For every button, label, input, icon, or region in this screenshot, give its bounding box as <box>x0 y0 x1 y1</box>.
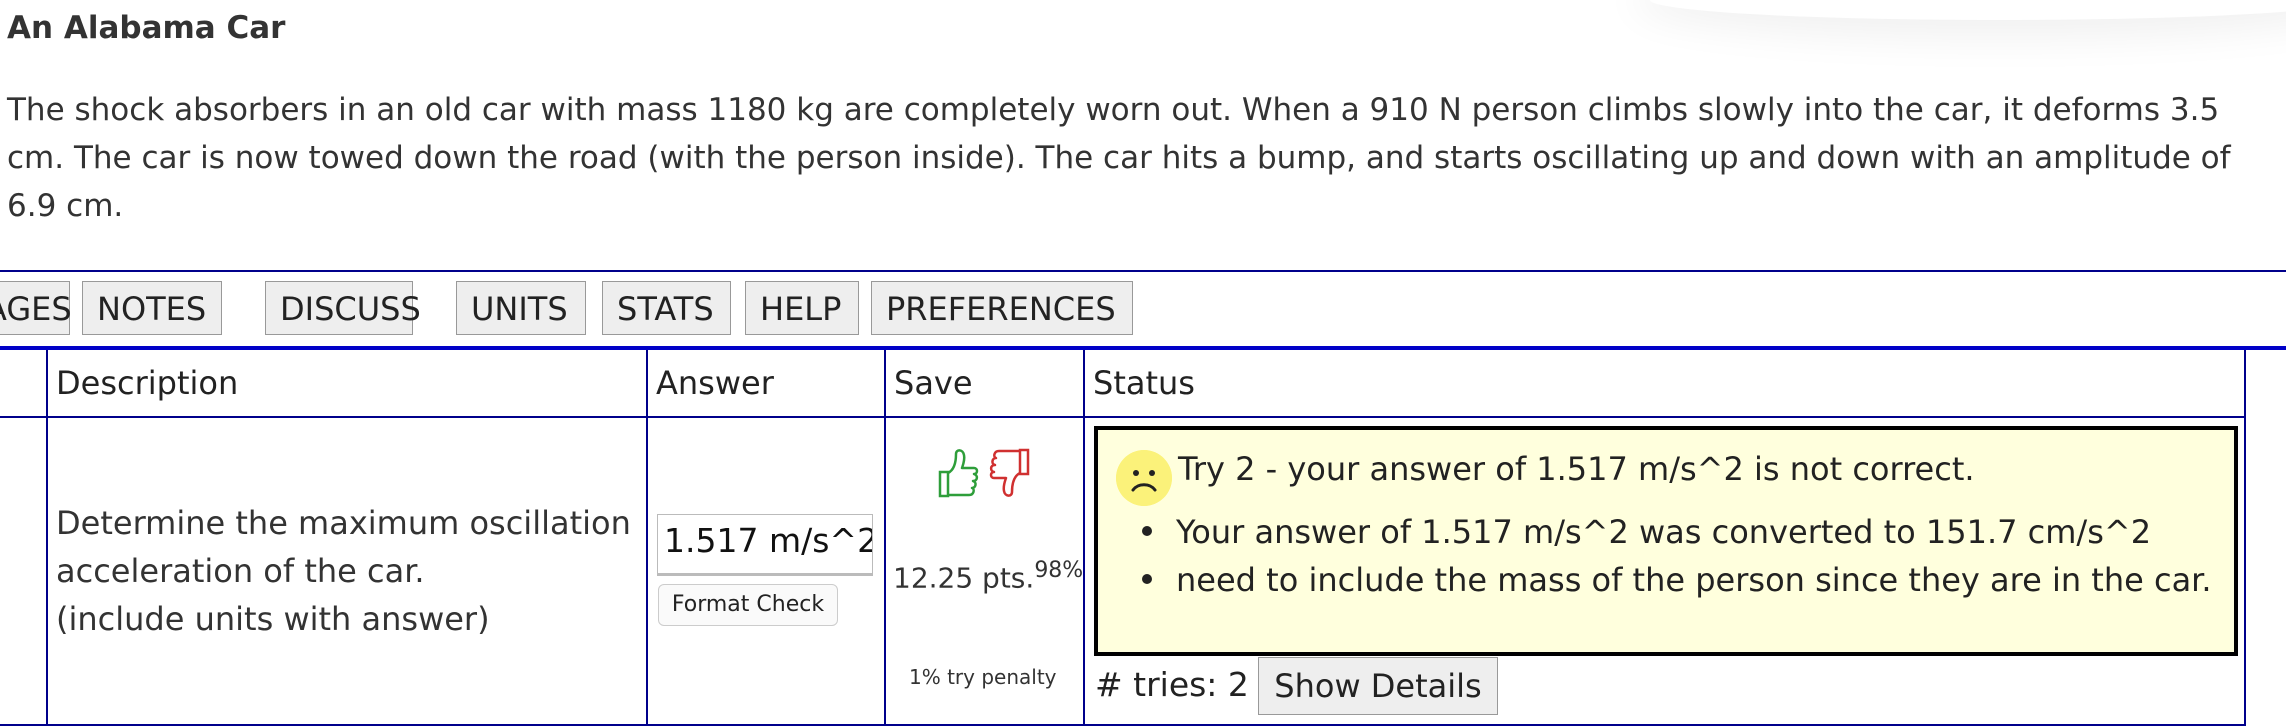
points-text: 12.25 pts. <box>893 561 1035 595</box>
table-border <box>0 416 2246 418</box>
header-save: Save <box>894 364 973 402</box>
tab-stats[interactable]: STATS <box>602 281 731 335</box>
description-line: acceleration of the car. <box>56 552 425 590</box>
top-shadow <box>1650 0 2286 20</box>
points-percent: 98% <box>1034 558 1084 583</box>
table-border <box>1083 350 1085 726</box>
sad-face-icon <box>1116 450 1172 506</box>
table-border <box>46 350 48 726</box>
header-status: Status <box>1093 364 1195 402</box>
status-bullet: need to include the mass of the person s… <box>1142 556 2212 604</box>
table-border <box>2244 350 2246 726</box>
status-message-box: Try 2 - your answer of 1.517 m/s^2 is no… <box>1094 426 2238 656</box>
tab-pages[interactable]: AGES <box>0 281 72 335</box>
status-bullet-text: Your answer of 1.517 m/s^2 was converted… <box>1176 513 2152 551</box>
format-check-button[interactable]: Format Check <box>658 584 838 626</box>
table-border <box>884 350 886 726</box>
bullet-icon <box>1142 526 1152 536</box>
status-bullet: Your answer of 1.517 m/s^2 was converted… <box>1142 508 2212 556</box>
status-bullet-text: need to include the mass of the person s… <box>1176 561 2212 599</box>
tries-count: # tries: 2 <box>1095 665 1249 704</box>
header-answer: Answer <box>656 364 774 402</box>
tab-bar-rule <box>0 346 2286 350</box>
problem-title: An Alabama Car <box>7 10 286 46</box>
tab-help[interactable]: HELP <box>745 281 859 335</box>
points-value: 12.25 pts.98% <box>893 558 1083 594</box>
bullet-icon <box>1142 574 1152 584</box>
divider <box>0 270 2286 272</box>
problem-text: The shock absorbers in an old car with m… <box>7 92 2231 224</box>
status-message: Try 2 - your answer of 1.517 m/s^2 is no… <box>1178 450 1975 488</box>
tab-discuss[interactable]: DISCUSS <box>265 281 421 335</box>
answer-input[interactable]: 1.517 m/s^2 <box>657 514 873 574</box>
show-details-button[interactable]: Show Details <box>1258 657 1498 715</box>
description-line: (include units with answer) <box>56 600 490 638</box>
question-description: Determine the maximum oscillation accele… <box>56 499 656 643</box>
try-penalty: 1% try penalty <box>909 665 1057 689</box>
description-line: Determine the maximum oscillation <box>56 504 631 542</box>
answer-input-underline <box>657 574 873 576</box>
thumbs-up-icon[interactable] <box>936 446 980 500</box>
tab-preferences[interactable]: PREFERENCES <box>871 281 1133 335</box>
thumbs-down-icon[interactable] <box>988 446 1032 500</box>
status-bullet-list: Your answer of 1.517 m/s^2 was converted… <box>1142 508 2212 604</box>
tab-notes[interactable]: NOTES <box>82 281 222 335</box>
tab-units[interactable]: UNITS <box>456 281 586 335</box>
header-description: Description <box>56 364 239 402</box>
